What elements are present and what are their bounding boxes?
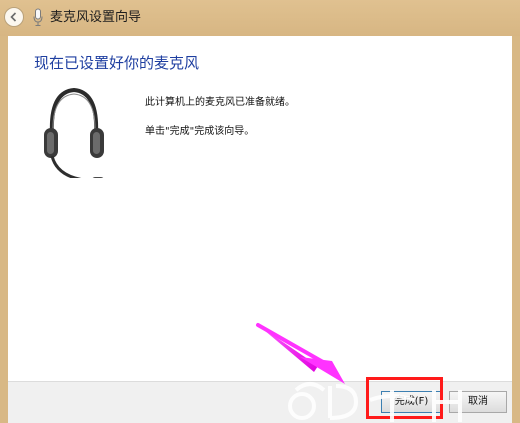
wizard-content: 现在已设置好你的麦克风 此计算机上的麦克风已准备就绪。 单击"完成"完成该向导。: [8, 36, 512, 381]
finish-button[interactable]: 完成(F): [381, 391, 442, 413]
finish-instruction: 单击"完成"完成该向导。: [145, 126, 255, 137]
ready-message: 此计算机上的麦克风已准备就绪。: [145, 97, 295, 108]
microphone-icon: [33, 8, 43, 26]
window-title: 麦克风设置向导: [50, 10, 142, 25]
headset-icon: [44, 87, 104, 178]
cancel-button[interactable]: 取消: [449, 391, 507, 413]
back-arrow-icon: [10, 12, 17, 22]
back-button[interactable]: [4, 7, 24, 27]
microphone-setup-wizard-window: 麦克风设置向导 现在已设置好你的麦克风 此计算机上的麦克风已准备就绪。 单击"完…: [0, 0, 520, 423]
page-heading: 现在已设置好你的麦克风: [34, 54, 200, 72]
title-bar: 麦克风设置向导: [0, 0, 520, 36]
